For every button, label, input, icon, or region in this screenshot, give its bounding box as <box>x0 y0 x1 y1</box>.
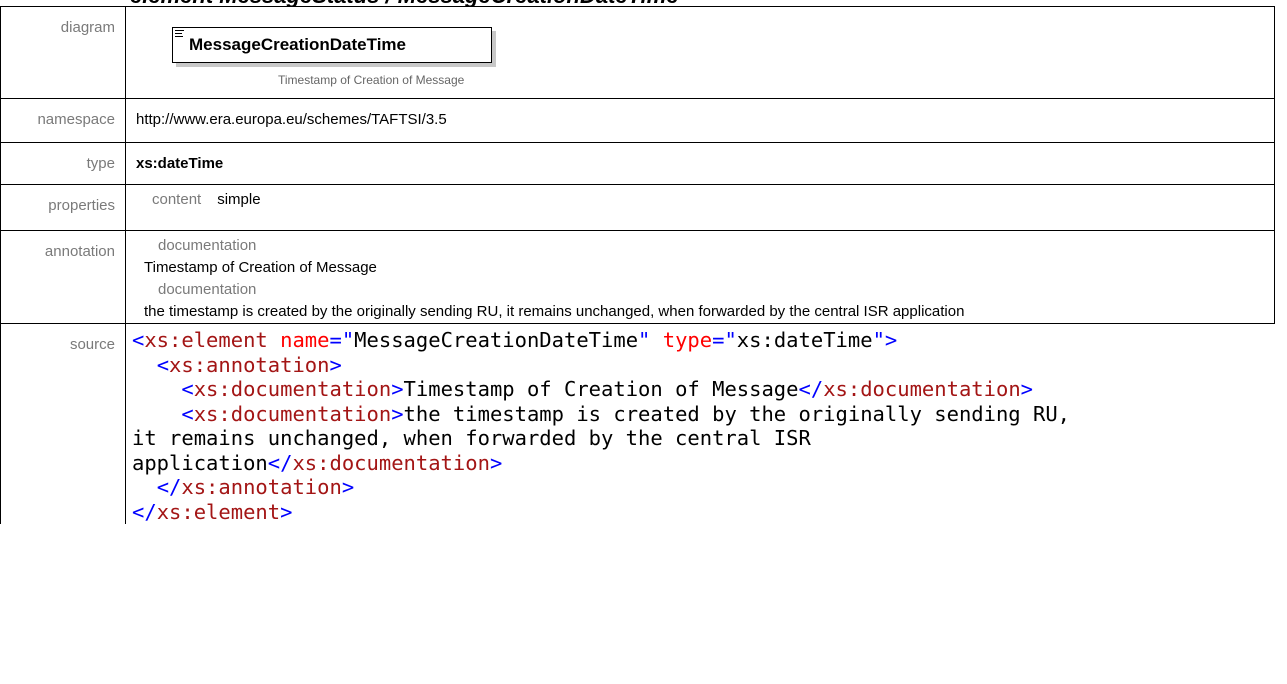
namespace-cell: http://www.era.europa.eu/schemes/TAFTSI/… <box>125 98 1275 143</box>
label-properties: properties <box>0 184 126 231</box>
source-cell: <xs:element name="MessageCreationDateTim… <box>125 323 1275 524</box>
element-box[interactable]: MessageCreationDateTime <box>172 27 492 63</box>
diagram-cell: MessageCreationDateTime Timestamp of Cre… <box>125 6 1275 99</box>
type-value[interactable]: xs:dateTime <box>136 143 1274 172</box>
annotation-heading: documentation <box>158 281 257 298</box>
annotation-text: the timestamp is created by the original… <box>144 303 965 320</box>
annotation-block: documentation Timestamp of Creation of M… <box>136 231 1274 323</box>
row-source: source <xs:element name="MessageCreation… <box>0 323 1275 524</box>
label-annotation: annotation <box>0 230 126 324</box>
row-diagram: diagram MessageCreationDateTime Timestam… <box>0 6 1275 99</box>
label-diagram: diagram <box>0 6 126 99</box>
row-properties: properties content simple <box>0 184 1275 231</box>
property-key: content <box>152 191 202 208</box>
property-value: simple <box>217 191 261 208</box>
label-namespace: namespace <box>0 98 126 143</box>
source-code: <xs:element name="MessageCreationDateTim… <box>132 328 1071 524</box>
label-source: source <box>0 323 126 524</box>
label-type: type <box>0 142 126 185</box>
property-line: content simple <box>136 185 1274 208</box>
row-type: type xs:dateTime <box>0 142 1275 185</box>
properties-cell: content simple <box>125 184 1275 231</box>
namespace-value: http://www.era.europa.eu/schemes/TAFTSI/… <box>136 111 447 128</box>
annotation-heading: documentation <box>158 237 257 254</box>
element-name: MessageCreationDateTime <box>189 35 406 54</box>
diagram: MessageCreationDateTime Timestamp of Cre… <box>136 7 1274 98</box>
annotation-text: Timestamp of Creation of Message <box>144 259 377 276</box>
type-cell: xs:dateTime <box>125 142 1275 185</box>
element-lines-icon <box>175 30 184 39</box>
row-namespace: namespace http://www.era.europa.eu/schem… <box>0 98 1275 143</box>
element-documentation: Timestamp of Creation of Message <box>278 73 465 87</box>
annotation-cell: documentation Timestamp of Creation of M… <box>125 230 1275 324</box>
element-doc-table: diagram MessageCreationDateTime Timestam… <box>0 6 1275 524</box>
row-annotation: annotation documentation Timestamp of Cr… <box>0 230 1275 324</box>
